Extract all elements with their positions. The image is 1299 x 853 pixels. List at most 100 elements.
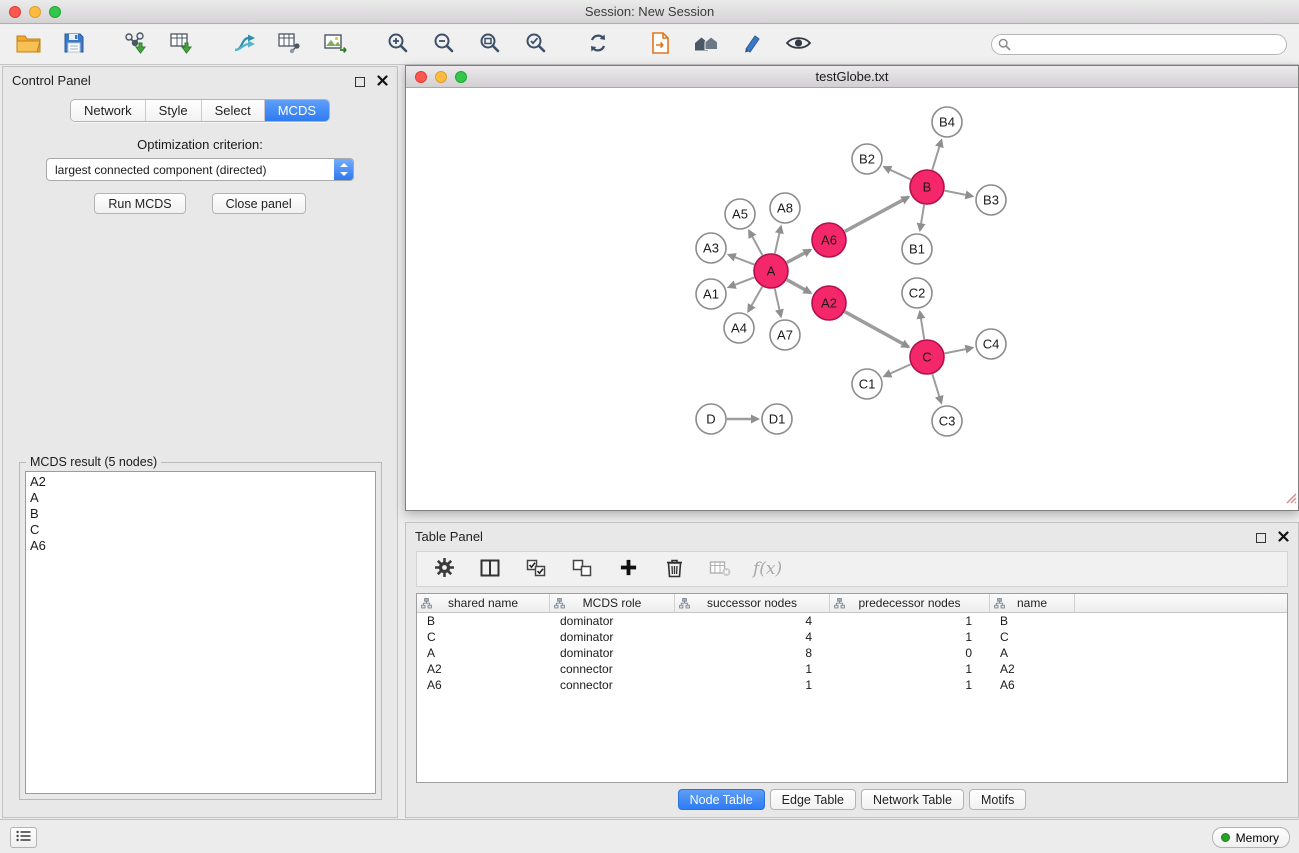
graph-node-C4[interactable]: C4 bbox=[976, 329, 1006, 359]
table-row[interactable]: A6connector11A6 bbox=[417, 677, 1287, 693]
graph-edge-C-C1[interactable] bbox=[884, 364, 910, 376]
import-table-button[interactable] bbox=[166, 30, 198, 60]
graph-node-A[interactable]: A bbox=[754, 254, 788, 288]
table-cell[interactable]: A6 bbox=[417, 677, 550, 693]
column-header-MCDS-role[interactable]: MCDS role bbox=[550, 594, 675, 612]
select-all-button[interactable] bbox=[523, 555, 549, 583]
zoom-out-button[interactable] bbox=[428, 30, 460, 60]
tab-motifs[interactable]: Motifs bbox=[969, 789, 1026, 810]
graph-node-D[interactable]: D bbox=[696, 404, 726, 434]
column-header-predecessor-nodes[interactable]: predecessor nodes bbox=[830, 594, 990, 612]
table-cell[interactable]: A2 bbox=[417, 661, 550, 677]
graph-node-A5[interactable]: A5 bbox=[725, 199, 755, 229]
graph-edge-B-B1[interactable] bbox=[920, 205, 924, 230]
table-settings-button[interactable] bbox=[431, 555, 457, 583]
table-cell[interactable]: A2 bbox=[990, 661, 1075, 677]
graph-node-C3[interactable]: C3 bbox=[932, 406, 962, 436]
graph-node-A2[interactable]: A2 bbox=[812, 286, 846, 320]
graph-node-B3[interactable]: B3 bbox=[976, 185, 1006, 215]
graph-edge-A2-C[interactable] bbox=[845, 312, 909, 347]
close-window-button[interactable] bbox=[9, 6, 21, 18]
mcds-result-item[interactable]: A bbox=[30, 490, 375, 506]
graph-node-A3[interactable]: A3 bbox=[696, 233, 726, 263]
table-cell[interactable]: 4 bbox=[675, 613, 830, 629]
column-header-successor-nodes[interactable]: successor nodes bbox=[675, 594, 830, 612]
graph-edge-A-A8[interactable] bbox=[775, 227, 781, 254]
mcds-result-list[interactable]: A2ABCA6 bbox=[25, 471, 376, 794]
float-panel-icon[interactable] bbox=[355, 77, 365, 87]
function-builder-button[interactable]: f(x) bbox=[753, 555, 782, 583]
tab-node-table[interactable]: Node Table bbox=[678, 789, 765, 810]
apply-layout-button[interactable] bbox=[582, 30, 614, 60]
table-cell[interactable]: A bbox=[417, 645, 550, 661]
save-session-button[interactable] bbox=[58, 30, 90, 60]
zoom-window-button[interactable] bbox=[49, 6, 61, 18]
table-cell[interactable]: dominator bbox=[550, 613, 675, 629]
open-document-button[interactable] bbox=[644, 30, 676, 60]
table-cell[interactable]: 1 bbox=[675, 677, 830, 693]
tab-edge-table[interactable]: Edge Table bbox=[770, 789, 856, 810]
table-cell[interactable]: C bbox=[990, 629, 1075, 645]
new-network-button[interactable] bbox=[228, 30, 260, 60]
mcds-result-item[interactable]: A6 bbox=[30, 538, 375, 554]
network-canvas[interactable]: B4B2BB3A5A8A6A3B1AA1C2A2A4A7CC4C1C3DD1 bbox=[406, 89, 1298, 510]
resize-grip-icon[interactable] bbox=[1284, 491, 1297, 509]
column-header-shared-name[interactable]: shared name bbox=[417, 594, 550, 612]
graph-edge-B-B3[interactable] bbox=[945, 191, 973, 197]
graph-edge-B-B4[interactable] bbox=[932, 140, 941, 170]
zoom-fit-button[interactable] bbox=[474, 30, 506, 60]
graph-node-A7[interactable]: A7 bbox=[770, 320, 800, 350]
dropdown-stepper-icon[interactable] bbox=[334, 159, 353, 180]
table-cell[interactable]: 1 bbox=[830, 613, 990, 629]
network-minimize-button[interactable] bbox=[435, 71, 447, 83]
tab-style[interactable]: Style bbox=[146, 100, 202, 121]
task-history-button[interactable] bbox=[10, 827, 37, 848]
add-column-button[interactable] bbox=[615, 555, 641, 583]
graph-node-C1[interactable]: C1 bbox=[852, 369, 882, 399]
graph-edge-A-A3[interactable] bbox=[729, 255, 755, 265]
table-cell[interactable]: 1 bbox=[675, 661, 830, 677]
graph-edge-A-A4[interactable] bbox=[748, 287, 762, 312]
zoom-in-button[interactable] bbox=[382, 30, 414, 60]
graph-edge-A-A5[interactable] bbox=[749, 231, 762, 256]
table-cell[interactable]: A bbox=[990, 645, 1075, 661]
table-cell[interactable]: B bbox=[990, 613, 1075, 629]
graph-node-B1[interactable]: B1 bbox=[902, 234, 932, 264]
minimize-window-button[interactable] bbox=[29, 6, 41, 18]
delete-column-button[interactable] bbox=[661, 555, 687, 583]
close-panel-icon[interactable] bbox=[377, 74, 388, 89]
graph-node-A6[interactable]: A6 bbox=[812, 223, 846, 257]
zoom-selected-button[interactable] bbox=[520, 30, 552, 60]
table-cell[interactable]: connector bbox=[550, 677, 675, 693]
optimization-criterion-dropdown[interactable]: largest connected component (directed) bbox=[46, 158, 354, 181]
network-zoom-button[interactable] bbox=[455, 71, 467, 83]
graph-node-B4[interactable]: B4 bbox=[932, 107, 962, 137]
mcds-result-item[interactable]: A2 bbox=[30, 474, 375, 490]
run-mcds-button[interactable]: Run MCDS bbox=[94, 193, 185, 214]
graph-edge-A-A1[interactable] bbox=[729, 277, 755, 287]
deselect-all-button[interactable] bbox=[569, 555, 595, 583]
table-row[interactable]: Adominator80A bbox=[417, 645, 1287, 661]
open-session-button[interactable] bbox=[12, 30, 44, 60]
home-button[interactable] bbox=[690, 30, 722, 60]
graph-node-B2[interactable]: B2 bbox=[852, 144, 882, 174]
graph-node-A4[interactable]: A4 bbox=[724, 313, 754, 343]
network-from-table-button[interactable] bbox=[274, 30, 306, 60]
table-cell[interactable]: B bbox=[417, 613, 550, 629]
export-image-button[interactable] bbox=[320, 30, 352, 60]
float-table-panel-icon[interactable] bbox=[1256, 533, 1266, 543]
column-header-name[interactable]: name bbox=[990, 594, 1075, 612]
graph-node-B[interactable]: B bbox=[910, 170, 944, 204]
network-close-button[interactable] bbox=[415, 71, 427, 83]
graph-node-C2[interactable]: C2 bbox=[902, 278, 932, 308]
tab-network[interactable]: Network bbox=[71, 100, 146, 121]
delete-table-button[interactable] bbox=[707, 555, 733, 583]
show-columns-button[interactable] bbox=[477, 555, 503, 583]
graph-edge-A-A7[interactable] bbox=[775, 289, 781, 317]
tab-select[interactable]: Select bbox=[202, 100, 265, 121]
graph-edge-B-B2[interactable] bbox=[884, 167, 911, 179]
graph-node-A1[interactable]: A1 bbox=[696, 279, 726, 309]
graph-node-D1[interactable]: D1 bbox=[762, 404, 792, 434]
graph-edge-A-A6[interactable] bbox=[787, 250, 811, 263]
show-details-button[interactable] bbox=[782, 30, 814, 60]
